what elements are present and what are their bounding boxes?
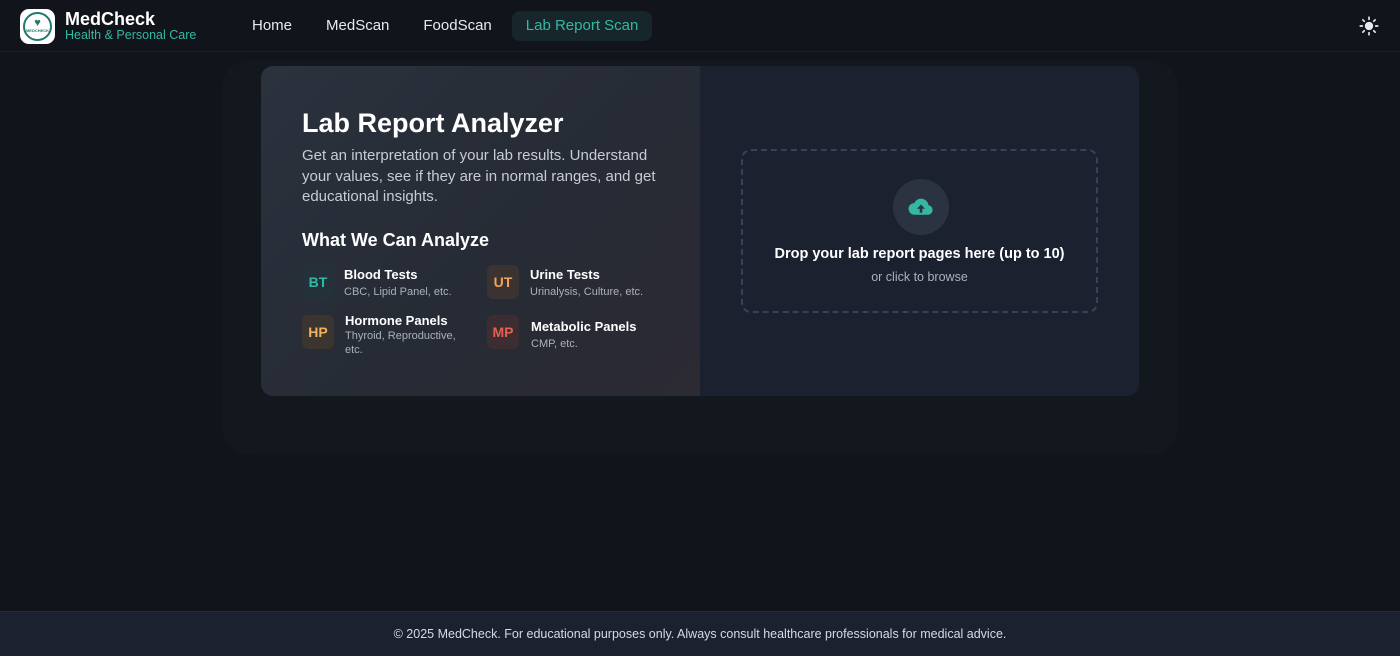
nav-lab-report-scan[interactable]: Lab Report Scan bbox=[511, 11, 653, 41]
upload-icon-circle bbox=[893, 179, 949, 235]
feature-name: Metabolic Panels bbox=[531, 319, 637, 334]
dropzone-subtitle[interactable]: or click to browse bbox=[743, 270, 1096, 284]
footer-text: © 2025 MedCheck. For educational purpose… bbox=[393, 627, 1007, 641]
lab-report-card: Lab Report Analyzer Get an interpretatio… bbox=[261, 66, 1139, 396]
feature-name: Hormone Panels bbox=[345, 313, 448, 328]
nav-home[interactable]: Home bbox=[238, 11, 306, 41]
logo-text: MEDCHECK bbox=[25, 28, 50, 33]
analyze-heading: What We Can Analyze bbox=[302, 230, 490, 250]
feature-blood-tests: BT Blood Tests CBC, Lipid Panel, etc. bbox=[302, 265, 452, 299]
theme-toggle-button[interactable] bbox=[1357, 14, 1381, 38]
nav-medscan[interactable]: MedScan bbox=[312, 11, 403, 41]
top-navbar: ♥ MEDCHECK MedCheck Health & Personal Ca… bbox=[0, 0, 1400, 52]
dropzone-title: Drop your lab report pages here (up to 1… bbox=[774, 246, 1065, 262]
feature-detail: CMP, etc. bbox=[531, 338, 578, 350]
feature-detail: CBC, Lipid Panel, etc. bbox=[344, 286, 452, 298]
brand-tagline: Health & Personal Care bbox=[65, 28, 197, 42]
page-description: Get an interpretation of your lab result… bbox=[302, 147, 656, 205]
feature-detail: Thyroid, Reproductive, etc. bbox=[345, 330, 456, 356]
upload-panel: Drop your lab report pages here (up to 1… bbox=[700, 66, 1139, 396]
logo-emblem-icon: ♥ MEDCHECK bbox=[23, 12, 52, 41]
brand-name[interactable]: MedCheck bbox=[65, 9, 155, 30]
hormone-panels-badge: HP bbox=[302, 315, 334, 349]
cloud-upload-icon bbox=[908, 198, 933, 215]
main-nav: Home MedScan FoodScan Lab Report Scan bbox=[238, 11, 658, 41]
file-dropzone[interactable]: Drop your lab report pages here (up to 1… bbox=[741, 149, 1098, 313]
page-footer: © 2025 MedCheck. For educational purpose… bbox=[0, 611, 1400, 656]
medcheck-logo[interactable]: ♥ MEDCHECK bbox=[20, 9, 55, 44]
feature-metabolic-panels: MP Metabolic Panels CMP, etc. bbox=[487, 315, 636, 351]
urine-tests-badge: UT bbox=[487, 265, 519, 299]
feature-name: Blood Tests bbox=[344, 267, 418, 282]
sun-icon bbox=[1359, 16, 1379, 36]
info-panel: Lab Report Analyzer Get an interpretatio… bbox=[261, 66, 700, 396]
feature-detail: Urinalysis, Culture, etc. bbox=[530, 286, 644, 298]
page-title: Lab Report Analyzer bbox=[302, 108, 564, 138]
metabolic-panels-badge: MP bbox=[487, 315, 519, 349]
feature-name: Urine Tests bbox=[530, 267, 600, 282]
feature-urine-tests: UT Urine Tests Urinalysis, Culture, etc. bbox=[487, 265, 643, 299]
feature-hormone-panels: HP Hormone Panels Thyroid, Reproductive,… bbox=[302, 313, 470, 357]
blood-tests-badge: BT bbox=[302, 265, 334, 299]
nav-foodscan[interactable]: FoodScan bbox=[409, 11, 505, 41]
